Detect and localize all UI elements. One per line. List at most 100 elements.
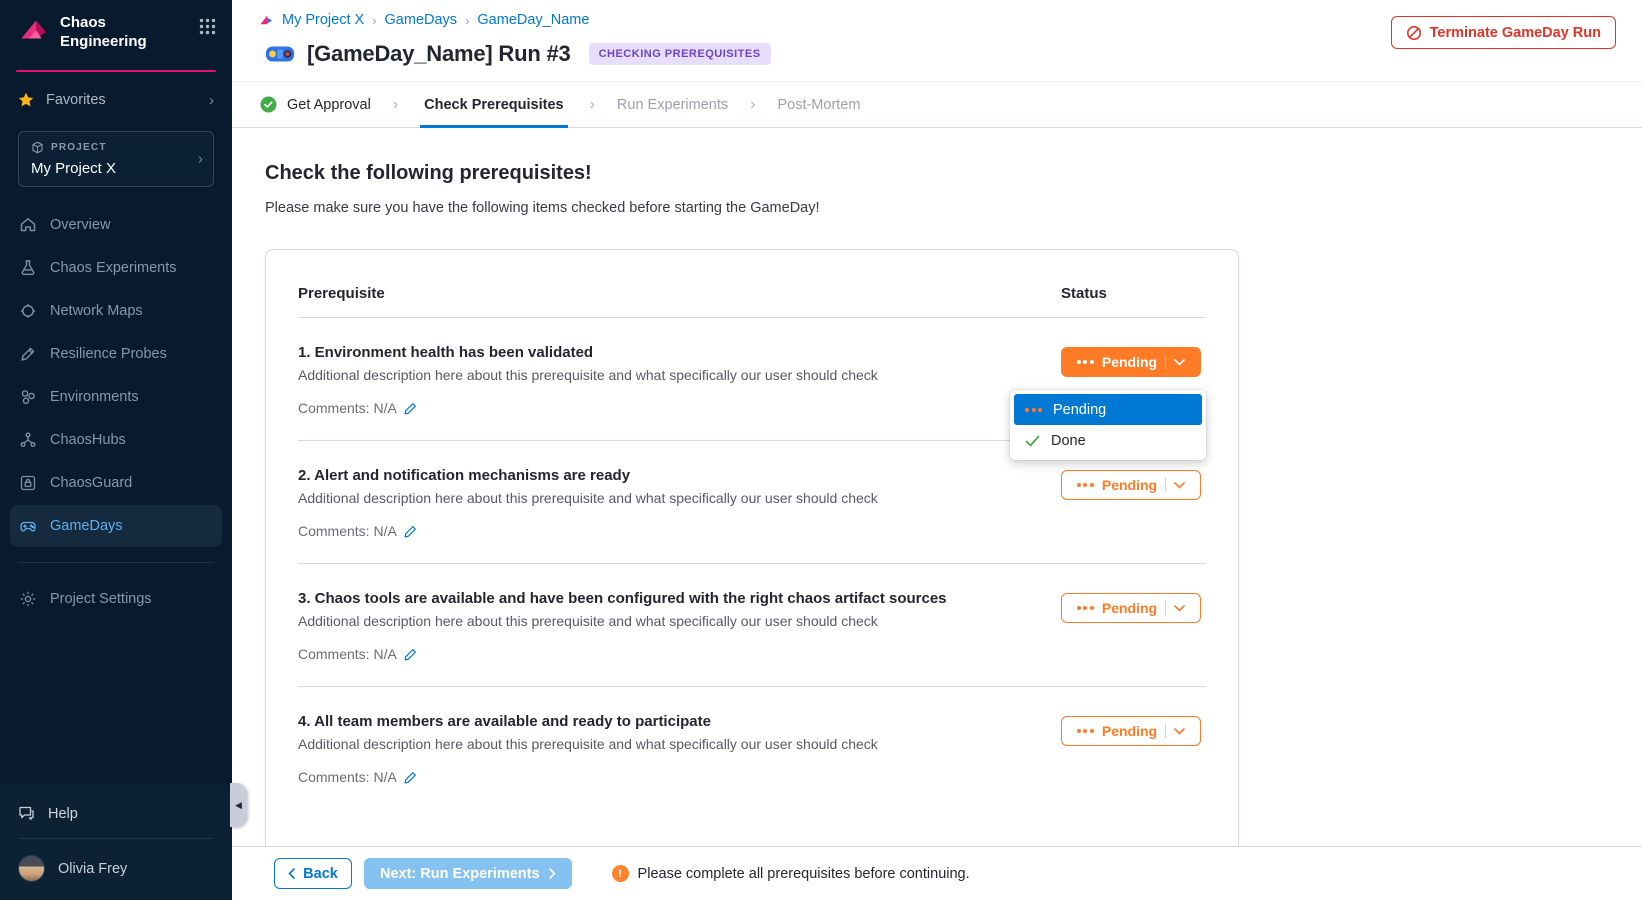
status-dropdown-button[interactable]: Pending xyxy=(1061,347,1201,377)
sidebar-item-network-maps[interactable]: Network Maps xyxy=(10,290,222,332)
button-separator xyxy=(1165,478,1166,492)
chaos-mini-icon xyxy=(259,13,274,28)
sidebar-item-favorites[interactable]: Favorites › xyxy=(0,72,232,117)
chevron-down-icon xyxy=(1174,482,1185,489)
edit-pencil-icon[interactable] xyxy=(404,648,417,661)
chevron-right-icon xyxy=(549,868,556,879)
sidebar-item-environments[interactable]: Environments xyxy=(10,376,222,418)
probe-icon xyxy=(19,345,37,363)
sidebar-bottom: Help Olivia Frey xyxy=(0,785,232,900)
chevron-down-icon xyxy=(1174,359,1185,366)
check-circle-icon xyxy=(260,96,277,113)
user-menu[interactable]: Olivia Frey xyxy=(0,843,232,890)
chevron-sep-icon: › xyxy=(750,96,755,114)
next-run-experiments-button[interactable]: Next: Run Experiments xyxy=(364,858,572,889)
chevron-sep-icon: › xyxy=(393,96,398,114)
breadcrumb-link-gamedays[interactable]: GameDays xyxy=(385,12,458,28)
back-button[interactable]: Back xyxy=(274,858,352,889)
sidebar-item-label: Network Maps xyxy=(50,303,143,319)
lock-icon xyxy=(19,474,37,492)
sidebar-item-chaosguard[interactable]: ChaosGuard xyxy=(10,462,222,504)
environments-icon xyxy=(19,388,37,406)
pending-dots-icon xyxy=(1077,729,1094,733)
next-label: Next: Run Experiments xyxy=(380,866,540,882)
sidebar-item-project-settings[interactable]: Project Settings xyxy=(10,578,222,620)
status-label: Pending xyxy=(1102,477,1157,493)
hub-icon xyxy=(19,431,37,449)
gamepad-emoji-icon xyxy=(265,44,295,64)
step-run-experiments[interactable]: Run Experiments xyxy=(617,82,728,127)
status-dropdown-button[interactable]: Pending xyxy=(1061,593,1201,623)
sidebar-collapse-handle[interactable]: ◀ xyxy=(230,783,247,827)
dropdown-option-done[interactable]: Done xyxy=(1014,425,1202,456)
sidebar-item-label: ChaosHubs xyxy=(50,432,126,448)
step-check-prerequisites[interactable]: Check Prerequisites xyxy=(420,82,567,127)
breadcrumb-link-gameday-name[interactable]: GameDay_Name xyxy=(477,12,589,28)
sidebar-item-label: ChaosGuard xyxy=(50,475,132,491)
breadcrumb-link-project[interactable]: My Project X xyxy=(282,12,364,28)
sidebar-item-label: Chaos Experiments xyxy=(50,260,177,276)
edit-pencil-icon[interactable] xyxy=(404,525,417,538)
sidebar-item-gamedays[interactable]: GameDays xyxy=(10,505,222,547)
page-header: My Project X › GameDays › GameDay_Name [… xyxy=(232,0,1642,67)
content-subheading: Please make sure you have the following … xyxy=(265,200,1642,216)
content: Check the following prerequisites! Pleas… xyxy=(232,128,1642,874)
favorites-label: Favorites xyxy=(46,92,106,108)
table-header: Prerequisite Status xyxy=(266,250,1238,317)
edit-pencil-icon[interactable] xyxy=(404,771,417,784)
project-name: My Project X xyxy=(31,160,201,177)
prerequisite-description: Additional description here about this p… xyxy=(298,613,1031,629)
page-title: [GameDay_Name] Run #3 xyxy=(307,41,571,67)
gamepad-icon xyxy=(19,517,37,535)
prerequisite-description: Additional description here about this p… xyxy=(298,367,1031,383)
sidebar-divider xyxy=(18,838,214,839)
terminate-gameday-button[interactable]: Terminate GameDay Run xyxy=(1391,16,1616,49)
sidebar-item-label: Project Settings xyxy=(50,591,152,607)
sidebar-item-resilience-probes[interactable]: Resilience Probes xyxy=(10,333,222,375)
star-icon xyxy=(18,92,34,108)
chevron-sep-icon: › xyxy=(372,13,376,28)
chevron-sep-icon: › xyxy=(465,13,469,28)
button-separator xyxy=(1165,724,1166,738)
edit-pencil-icon[interactable] xyxy=(404,402,417,415)
project-label: PROJECT xyxy=(51,142,107,153)
pending-dots-icon xyxy=(1025,408,1042,412)
warning-icon: ! xyxy=(612,865,629,882)
prerequisite-description: Additional description here about this p… xyxy=(298,736,1031,752)
app-grid-icon[interactable] xyxy=(199,18,216,35)
dropdown-option-pending[interactable]: Pending xyxy=(1014,394,1202,425)
network-icon xyxy=(19,302,37,320)
status-dropdown-button[interactable]: Pending xyxy=(1061,716,1201,746)
step-label: Run Experiments xyxy=(617,97,728,113)
content-heading: Check the following prerequisites! xyxy=(265,162,1642,185)
prerequisite-title: 4. All team members are available and re… xyxy=(298,713,1031,730)
status-dropdown-button[interactable]: Pending xyxy=(1061,470,1201,500)
sidebar-item-chaoshubs[interactable]: ChaosHubs xyxy=(10,419,222,461)
comments-label: Comments: N/A xyxy=(298,523,397,539)
terminate-label: Terminate GameDay Run xyxy=(1430,25,1601,41)
project-selector[interactable]: PROJECT My Project X › xyxy=(18,131,214,187)
pending-dots-icon xyxy=(1077,360,1094,364)
status-label: Pending xyxy=(1102,600,1157,616)
sidebar-item-chaos-experiments[interactable]: Chaos Experiments xyxy=(10,247,222,289)
check-icon xyxy=(1025,435,1040,447)
step-get-approval[interactable]: Get Approval xyxy=(260,82,371,127)
prerequisites-card: Prerequisite Status 1. Environment healt… xyxy=(265,249,1239,874)
sidebar-item-overview[interactable]: Overview xyxy=(10,204,222,246)
avatar xyxy=(18,855,45,882)
footer-bar: Back Next: Run Experiments ! Please comp… xyxy=(232,846,1642,900)
sidebar-item-label: Resilience Probes xyxy=(50,346,167,362)
comments-label: Comments: N/A xyxy=(298,769,397,785)
button-separator xyxy=(1165,355,1166,369)
chevron-sep-icon: › xyxy=(590,96,595,114)
chaos-logo-icon xyxy=(16,14,50,48)
sidebar-item-label: Environments xyxy=(50,389,139,405)
sidebar-item-label: Overview xyxy=(50,217,110,233)
prerequisite-title: 1. Environment health has been validated xyxy=(298,344,1031,361)
sidebar: Chaos Engineering Favorites › PROJECT My… xyxy=(0,0,232,900)
chevron-right-icon: › xyxy=(198,150,203,167)
sidebar-item-help[interactable]: Help xyxy=(0,793,232,834)
option-label: Pending xyxy=(1053,402,1106,418)
step-post-mortem[interactable]: Post-Mortem xyxy=(777,82,860,127)
warning-text: Please complete all prerequisites before… xyxy=(638,866,970,882)
